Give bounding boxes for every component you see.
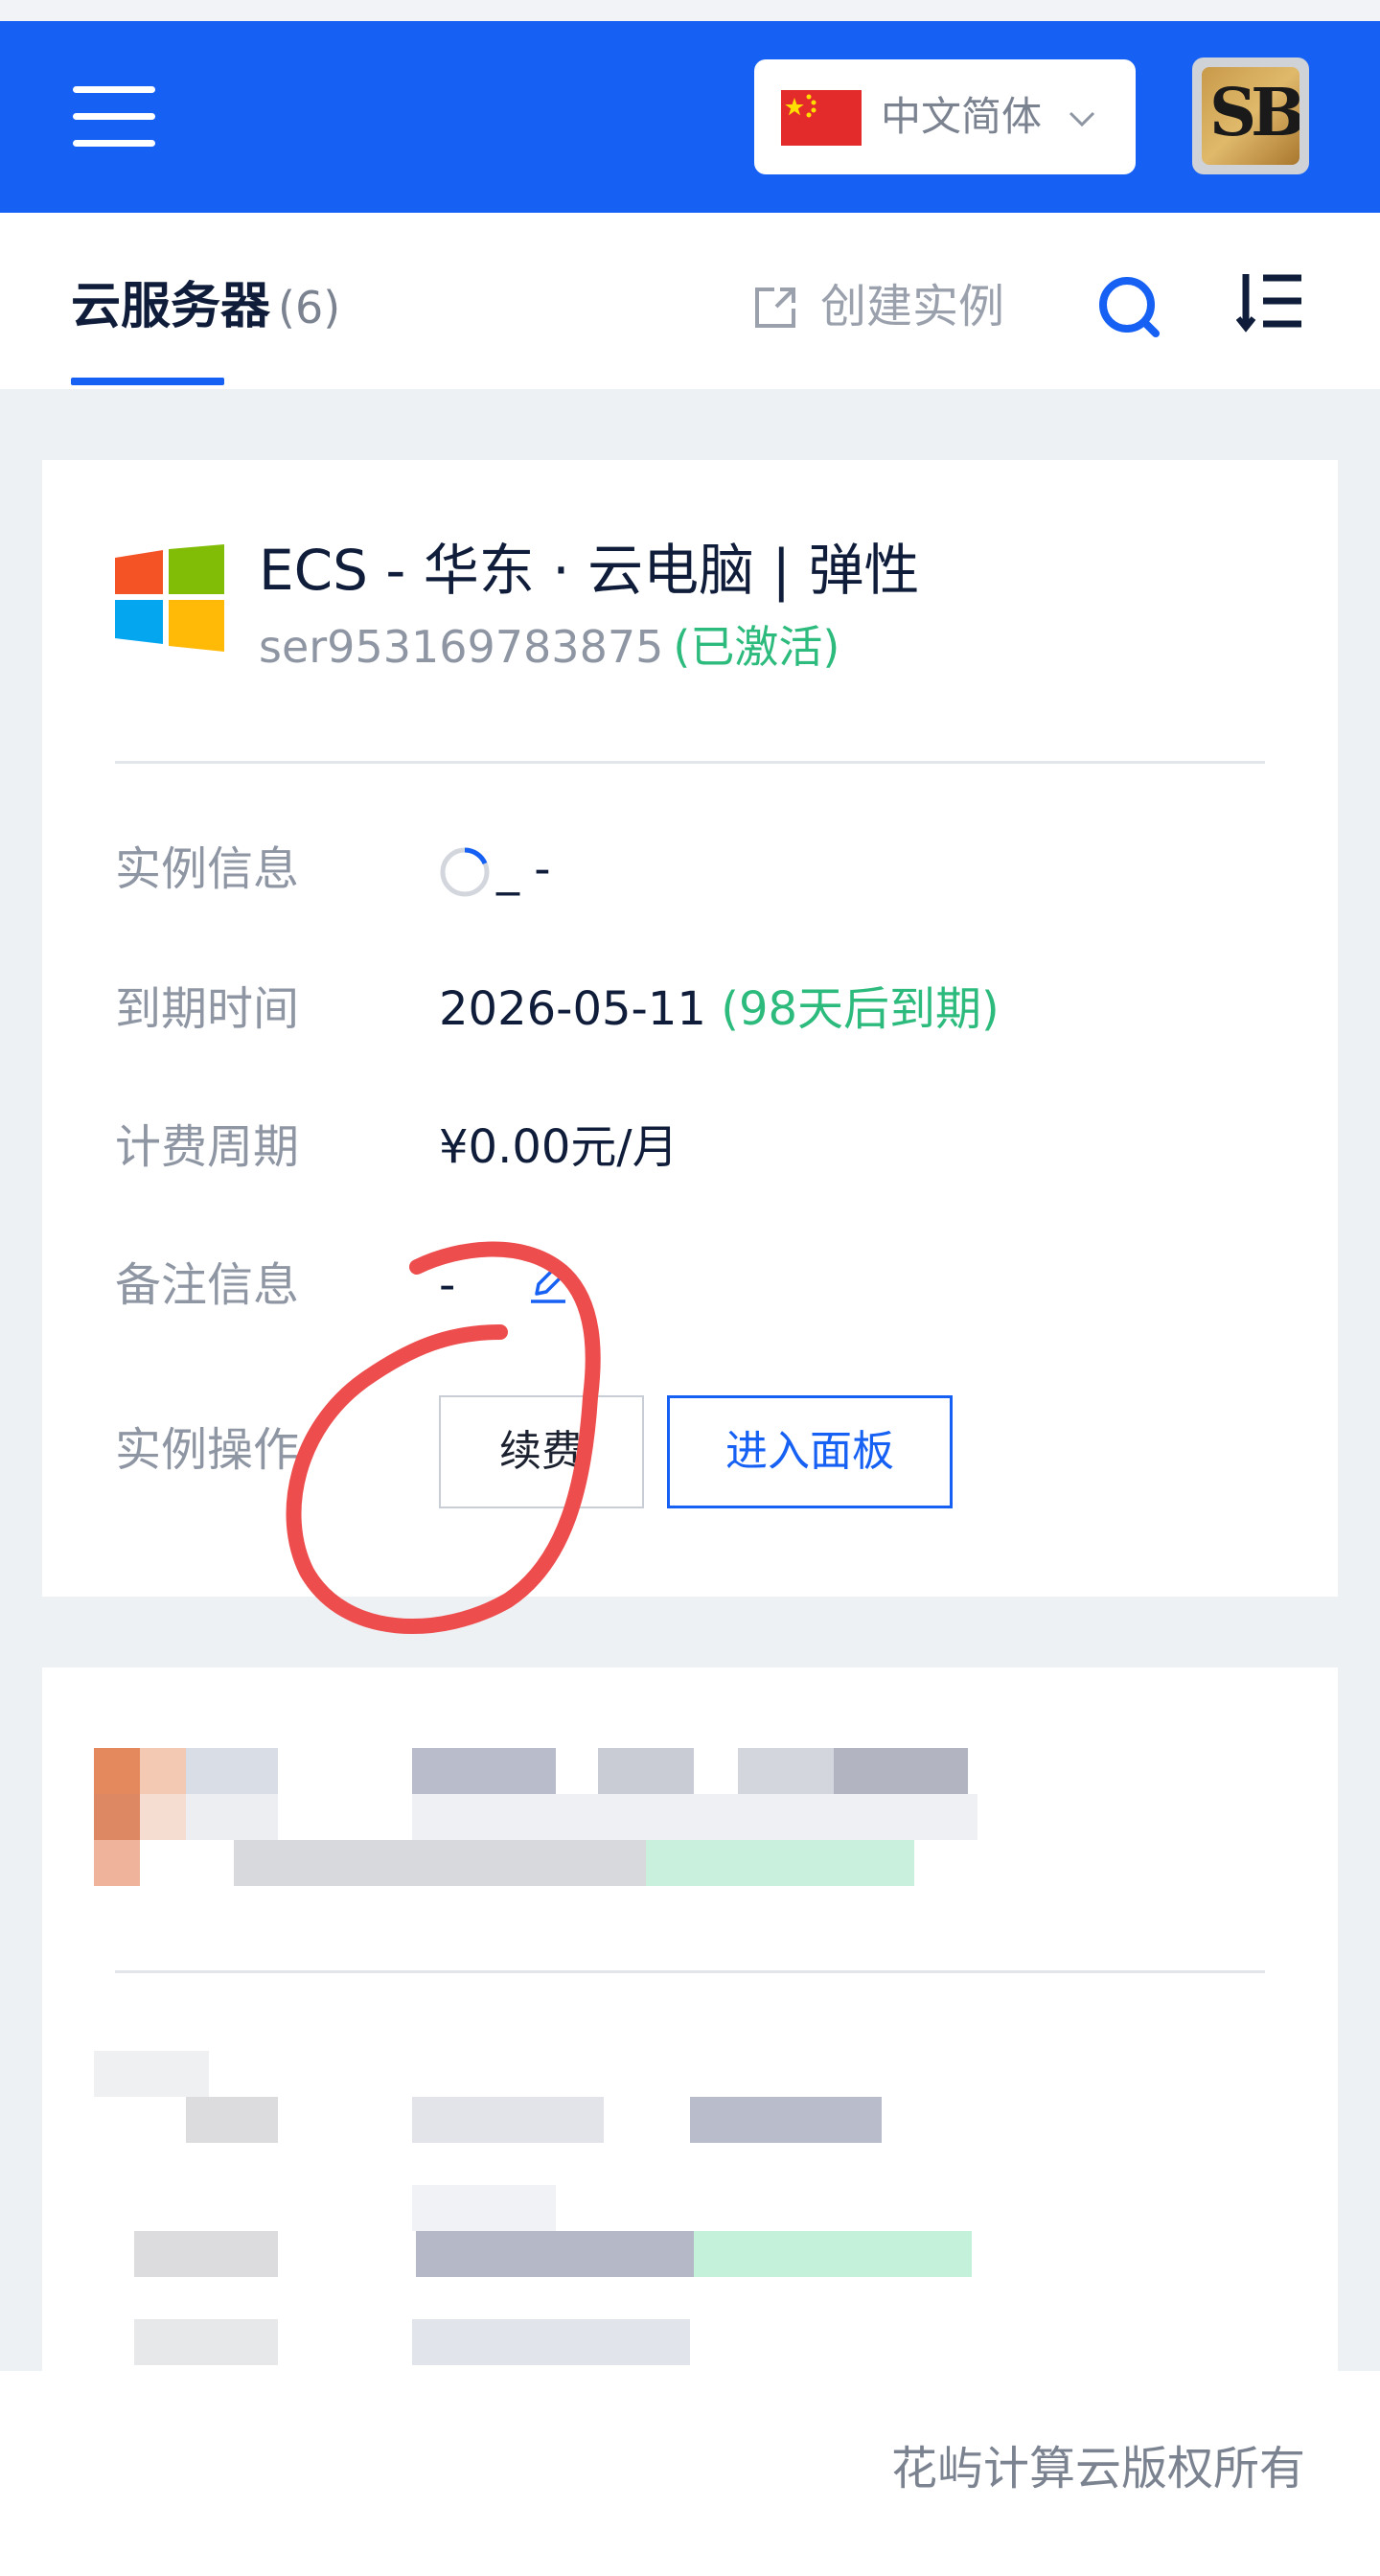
tab-bar: 云服务器 (6) 创建实例 xyxy=(0,213,1380,389)
pixel-block xyxy=(646,1840,914,1886)
pixel-block xyxy=(94,1794,140,1840)
remark-value: - xyxy=(439,1258,456,1312)
tab-cloud-servers[interactable]: 云服务器 (6) xyxy=(71,270,340,344)
instance-id-line: ser953169783875 (已激活) xyxy=(259,617,840,677)
info-label: 实例信息 xyxy=(115,842,300,896)
language-select[interactable]: 中文简体 xyxy=(754,59,1136,174)
pixel-block xyxy=(834,1748,968,1794)
pixel-block xyxy=(598,1748,694,1794)
pixel-block xyxy=(94,1748,140,1794)
avatar[interactable]: SB xyxy=(1192,58,1309,174)
remark-label: 备注信息 xyxy=(115,1258,300,1312)
tab-count: (6) xyxy=(278,282,341,334)
instance-card: ECS - 华东 · 云电脑 | 弹性 ser953169783875 (已激活)… xyxy=(42,460,1338,1597)
info-value-wrap: _ - xyxy=(439,836,551,903)
renew-button[interactable]: 续费 xyxy=(439,1395,644,1508)
menu-icon[interactable] xyxy=(69,79,159,155)
pixel-block xyxy=(94,1840,140,1886)
copyright-text: 花屿计算云版权所有 xyxy=(890,2442,1305,2496)
ops-label: 实例操作 xyxy=(115,1423,300,1477)
china-flag-icon xyxy=(781,90,862,146)
edit-icon[interactable] xyxy=(527,1261,569,1307)
create-instance-label: 创建实例 xyxy=(820,280,1005,334)
pixel-block xyxy=(738,1748,834,1794)
app-header: 中文简体 SB xyxy=(0,21,1380,213)
windows-logo-icon xyxy=(115,544,224,652)
status-badge: (已激活) xyxy=(673,621,840,673)
expire-note: (98天后到期) xyxy=(721,982,1000,1036)
tab-label: 云服务器 xyxy=(71,278,271,335)
remark-value-wrap: - xyxy=(439,1252,592,1319)
instance-card-blurred xyxy=(42,1668,1338,2377)
expire-date: 2026-05-11 xyxy=(439,982,706,1036)
pixel-block xyxy=(412,2185,556,2231)
search-icon[interactable] xyxy=(1094,272,1163,341)
billing-value: ¥0.00元/月 xyxy=(439,1120,678,1174)
pixel-block xyxy=(412,2319,690,2365)
divider xyxy=(115,1970,1265,1973)
pixel-block xyxy=(186,2097,278,2143)
pixel-block xyxy=(186,1794,278,1840)
footer: 花屿计算云版权所有 xyxy=(0,2371,1380,2576)
status-strip xyxy=(0,0,1380,21)
spinner-icon xyxy=(440,847,490,897)
expire-value: 2026-05-11 (98天后到期) xyxy=(439,976,1000,1043)
language-label: 中文简体 xyxy=(881,93,1043,140)
pixel-block xyxy=(416,2231,694,2277)
expire-label: 到期时间 xyxy=(115,982,300,1036)
pixel-block xyxy=(412,1748,556,1794)
info-value: _ - xyxy=(496,842,551,896)
pixel-block xyxy=(186,1748,278,1794)
pixel-block xyxy=(140,1748,186,1794)
pixel-block xyxy=(134,2319,278,2365)
billing-label: 计费周期 xyxy=(115,1120,300,1174)
pixel-block xyxy=(234,1840,646,1886)
instance-title: ECS - 华东 · 云电脑 | 弹性 xyxy=(259,538,920,603)
pixel-block xyxy=(134,2231,278,2277)
pixel-block xyxy=(94,2051,209,2097)
tab-active-indicator xyxy=(71,378,224,385)
create-icon xyxy=(755,288,795,328)
pixel-block xyxy=(412,1794,978,1840)
pixel-block xyxy=(140,1794,186,1840)
server-id: ser953169783875 xyxy=(259,621,664,673)
enter-panel-button[interactable]: 进入面板 xyxy=(667,1395,953,1508)
sort-icon[interactable] xyxy=(1236,268,1305,337)
divider xyxy=(115,761,1265,764)
pixel-block xyxy=(694,2231,972,2277)
pixel-block xyxy=(412,2097,604,2143)
pixel-block xyxy=(690,2097,882,2143)
chevron-down-icon xyxy=(1069,111,1095,127)
